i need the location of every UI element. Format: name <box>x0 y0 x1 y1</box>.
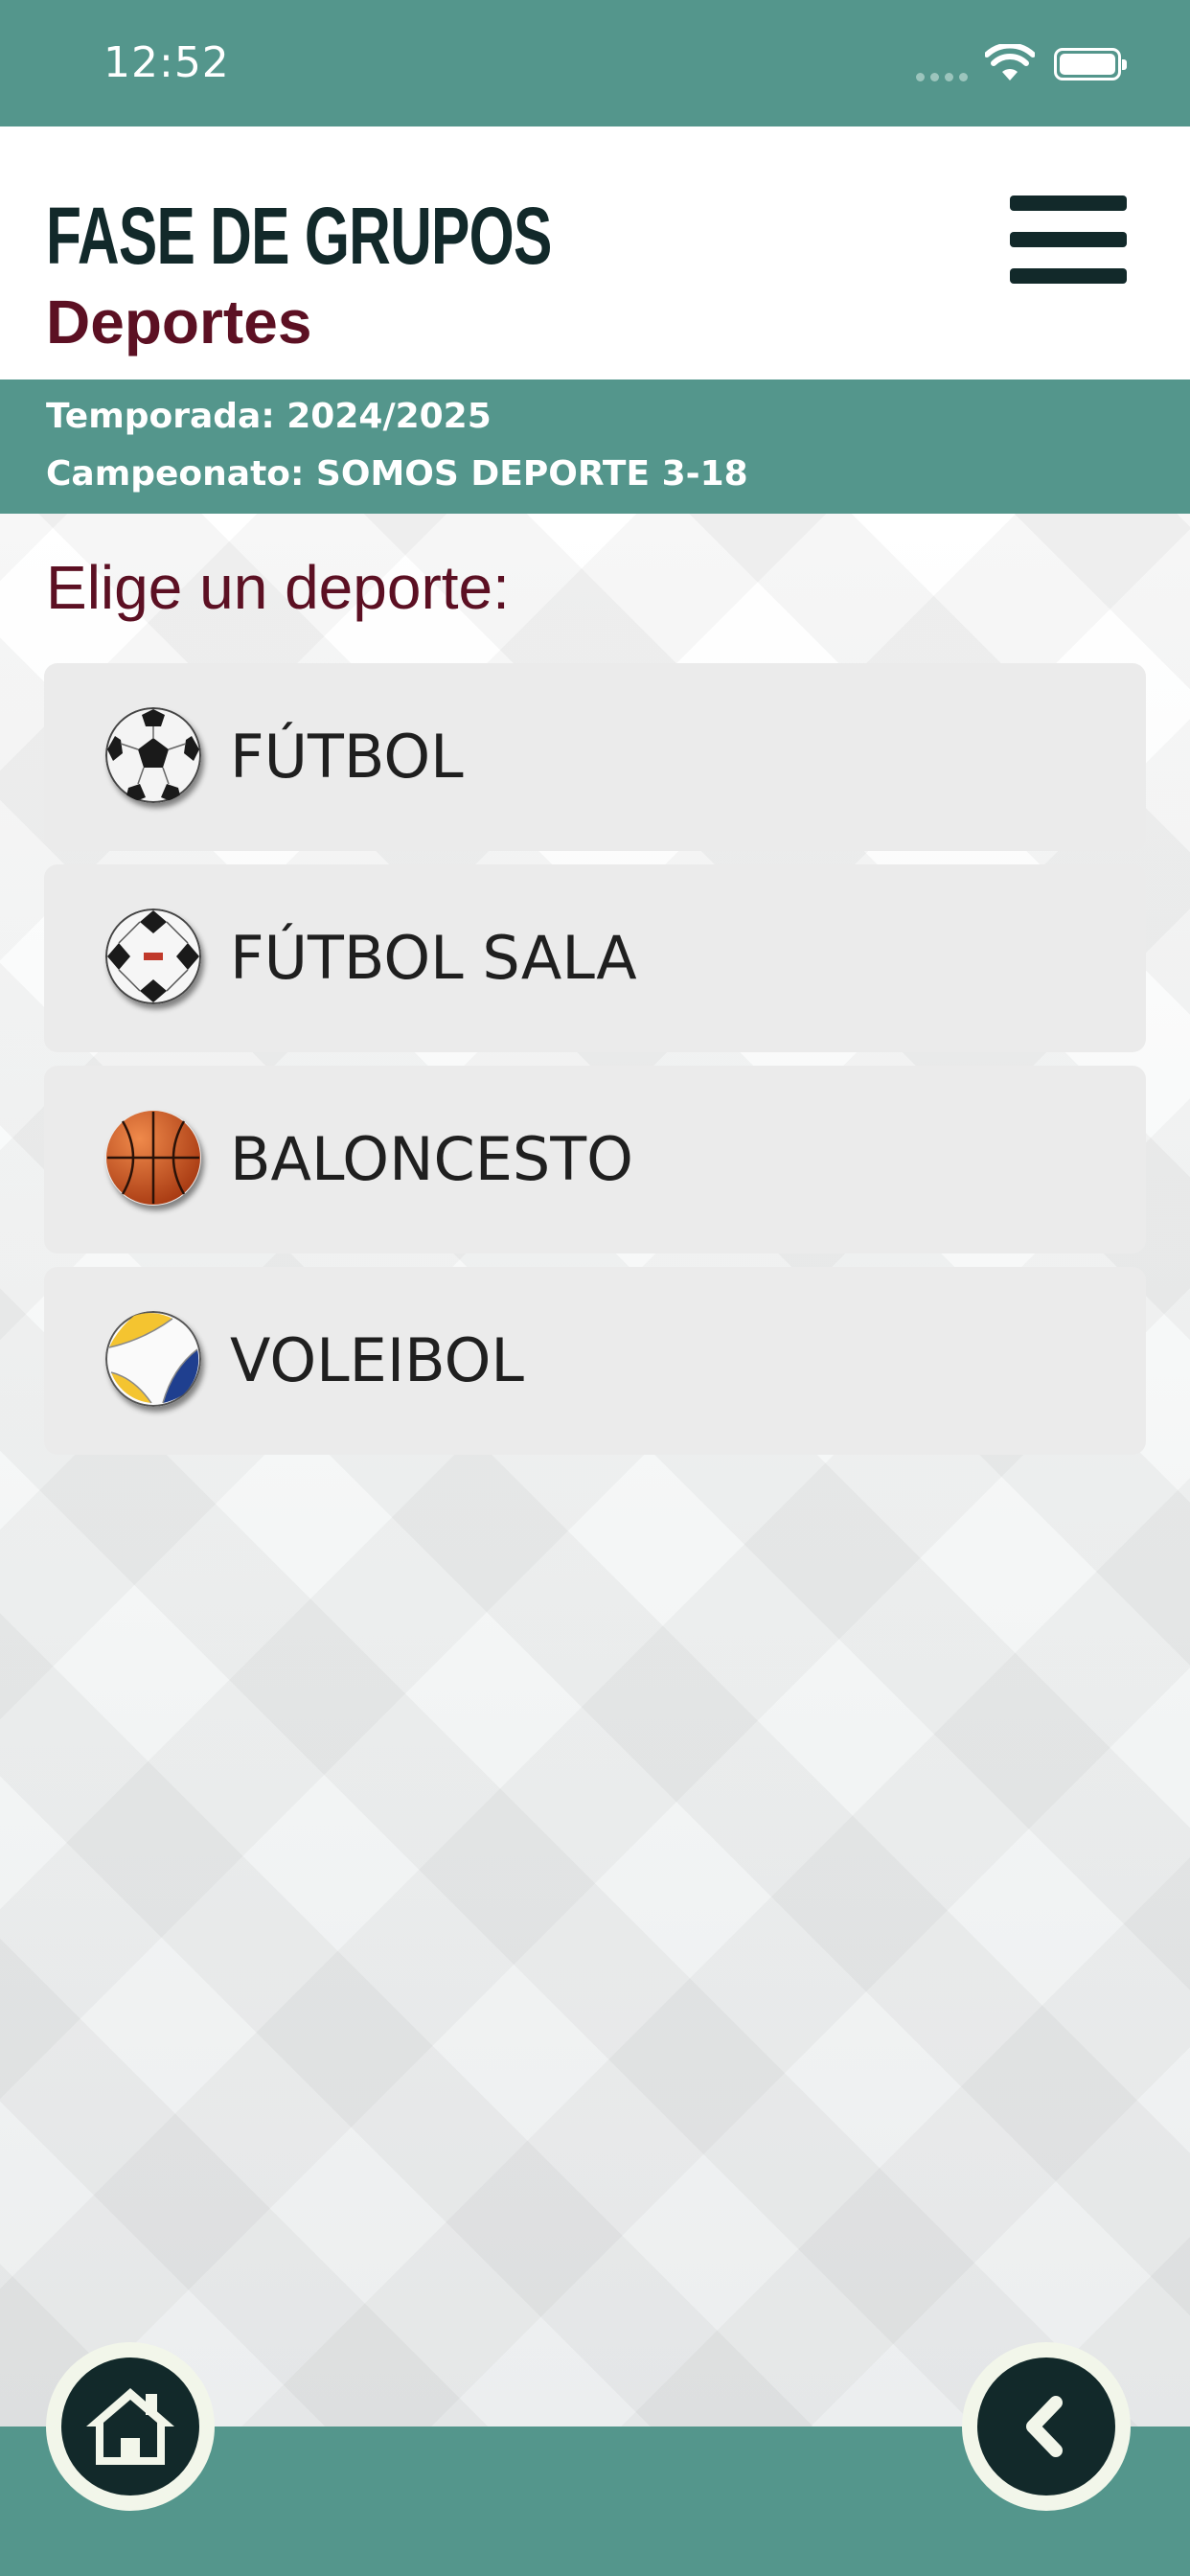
futsal-ball-icon <box>105 908 201 1004</box>
season-text: Temporada: 2024/2025 <box>46 397 492 436</box>
soccer-ball-icon <box>105 707 201 803</box>
volleyball-icon <box>105 1311 201 1407</box>
sport-item-futbol-sala[interactable]: FÚTBOL SALA <box>44 864 1146 1052</box>
sport-item-label: FÚTBOL <box>230 722 464 792</box>
hamburger-menu-icon[interactable] <box>1006 190 1129 295</box>
sport-item-label: BALONCESTO <box>230 1124 633 1194</box>
back-button[interactable] <box>962 2342 1131 2511</box>
battery-icon <box>1054 48 1127 80</box>
basketball-icon <box>106 1111 200 1205</box>
status-time: 12:52 <box>103 38 230 87</box>
sport-item-futbol[interactable]: FÚTBOL <box>44 663 1146 851</box>
sport-prompt: Elige un deporte: <box>46 553 510 622</box>
home-icon <box>86 2388 174 2465</box>
chevron-left-icon <box>1026 2396 1063 2457</box>
wifi-icon <box>985 44 1035 80</box>
sport-item-label: FÚTBOL SALA <box>230 923 637 993</box>
sport-list: FÚTBOL FÚTBOL SALA BALONCESTO VOLEIBOL <box>44 663 1146 1468</box>
home-button[interactable] <box>46 2342 215 2511</box>
sport-item-baloncesto[interactable]: BALONCESTO <box>44 1066 1146 1254</box>
sport-item-label: VOLEIBOL <box>230 1325 524 1395</box>
championship-text: Campeonato: SOMOS DEPORTE 3-18 <box>46 454 748 494</box>
status-bar: 12:52 <box>0 0 1190 126</box>
cellular-signal-icon <box>916 73 968 81</box>
season-info-bar: Temporada: 2024/2025 Campeonato: SOMOS D… <box>0 380 1190 514</box>
page-subtitle: Deportes <box>46 288 312 356</box>
sport-item-voleibol[interactable]: VOLEIBOL <box>44 1267 1146 1455</box>
app-header: FASE DE GRUPOS Deportes <box>0 126 1190 380</box>
page-title: FASE DE GRUPOS <box>46 191 552 281</box>
